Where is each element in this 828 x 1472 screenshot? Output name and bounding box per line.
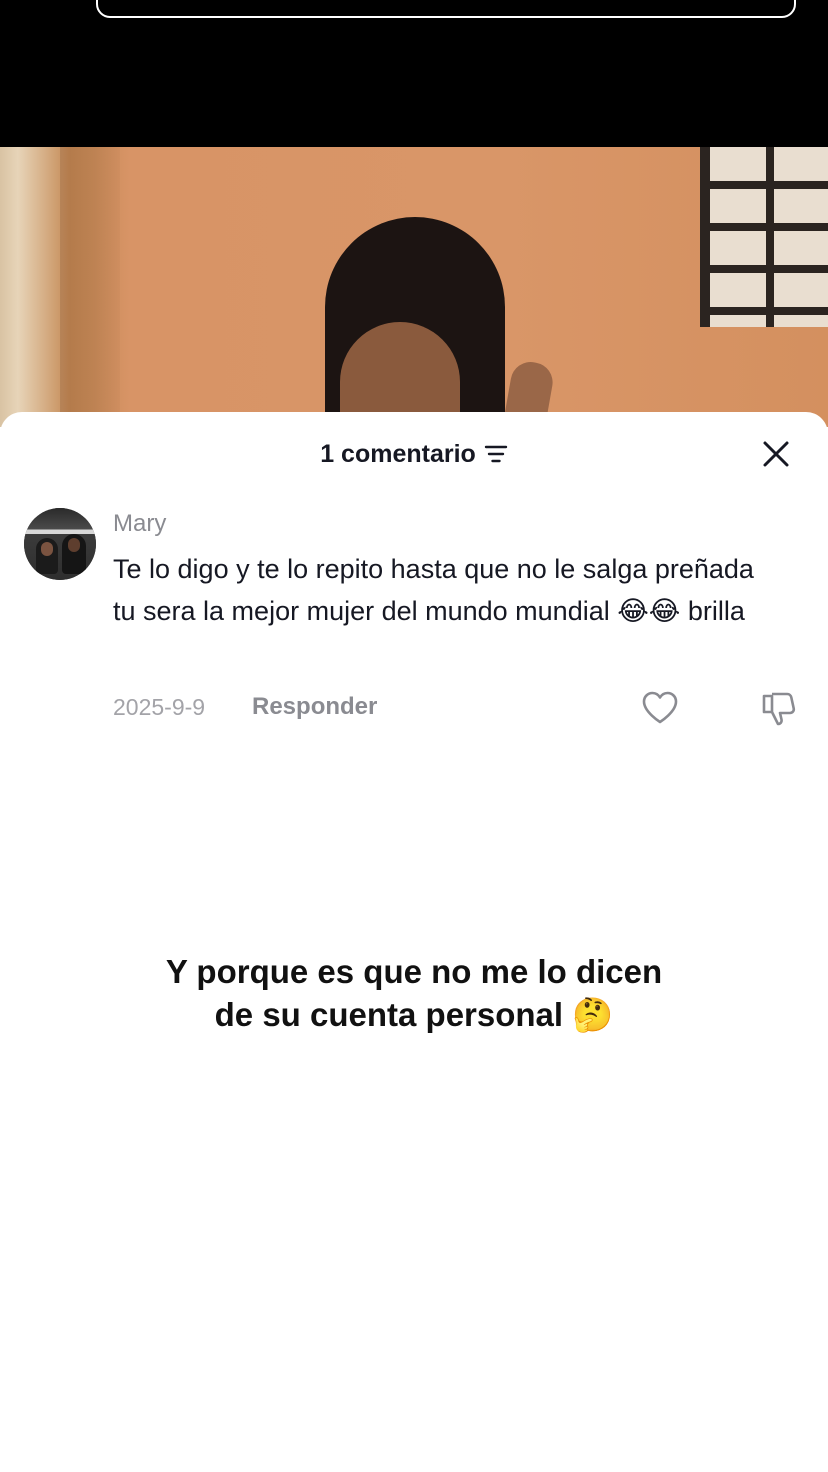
comment-count: 1 comentario xyxy=(320,439,476,468)
wall-pillar xyxy=(60,147,120,427)
heart-icon[interactable] xyxy=(641,690,679,726)
top-bar xyxy=(0,0,828,147)
comment-date: 2025-9-9 xyxy=(113,694,206,720)
thumbs-down-icon[interactable] xyxy=(761,690,799,728)
comment-meta: 2025-9-9 Responder xyxy=(113,690,813,728)
avatar[interactable] xyxy=(24,508,96,580)
search-field[interactable] xyxy=(96,0,796,18)
filter-icon[interactable] xyxy=(484,444,508,464)
window-grill xyxy=(700,147,828,327)
comment-username[interactable]: Mary xyxy=(113,510,166,538)
comment-text: Te lo digo y te lo repito hasta que no l… xyxy=(113,554,754,626)
reply-button[interactable]: Responder xyxy=(252,693,377,721)
comments-sheet: 1 comentario Mary Te lo digo y te lo rep… xyxy=(0,412,828,1472)
overlay-caption: Y porque es que no me lo dicen de su cue… xyxy=(165,953,663,1033)
video-background-photo xyxy=(0,147,828,427)
comments-header: 1 comentario xyxy=(0,437,828,471)
close-icon[interactable] xyxy=(760,438,792,470)
